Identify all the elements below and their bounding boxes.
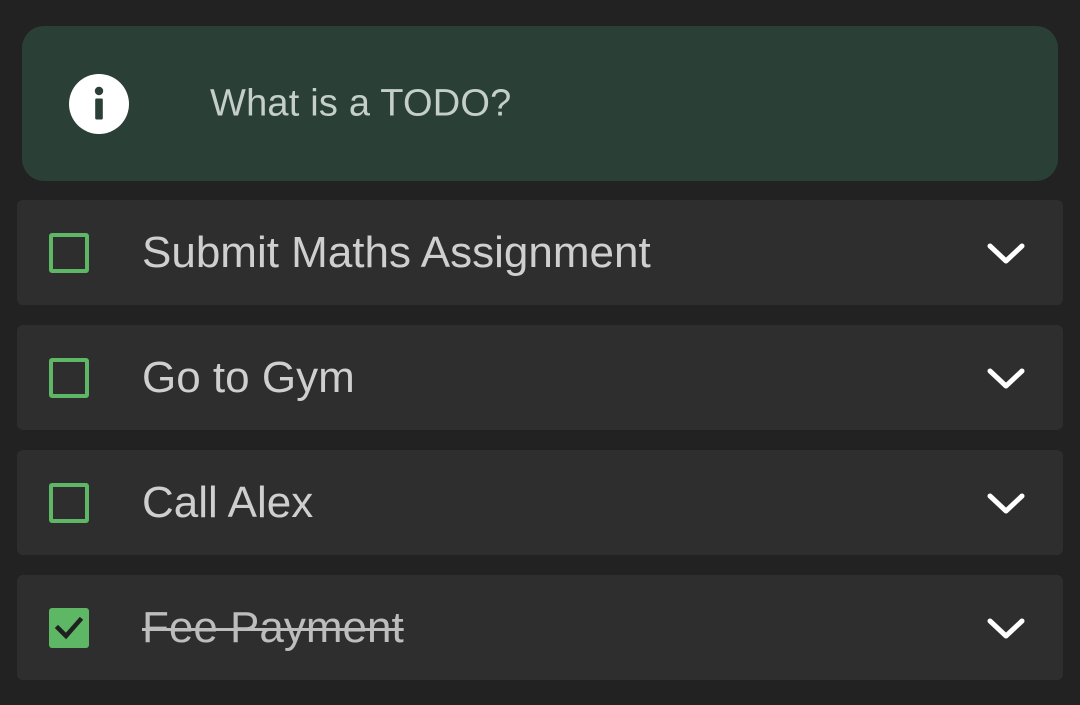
todo-list: Submit Maths Assignment Go to Gym Call A… xyxy=(17,200,1063,700)
todo-item[interactable]: Go to Gym xyxy=(17,325,1063,430)
chevron-down-icon[interactable] xyxy=(985,363,1027,393)
todo-title: Fee Payment xyxy=(142,602,404,652)
chevron-down-icon[interactable] xyxy=(985,488,1027,518)
todo-checkbox[interactable] xyxy=(49,232,89,273)
todo-checkbox-checked[interactable] xyxy=(49,607,89,648)
info-icon xyxy=(69,74,129,134)
what-is-todo-banner[interactable]: What is a TODO? xyxy=(22,26,1058,181)
todo-screen: What is a TODO? Submit Maths Assignment … xyxy=(0,0,1080,705)
todo-checkbox[interactable] xyxy=(49,482,89,523)
todo-checkbox[interactable] xyxy=(49,357,89,398)
chevron-down-icon[interactable] xyxy=(985,238,1027,268)
todo-title: Go to Gym xyxy=(142,352,355,402)
chevron-down-icon[interactable] xyxy=(985,613,1027,643)
todo-item[interactable]: Call Alex xyxy=(17,450,1063,555)
info-banner-text: What is a TODO? xyxy=(210,82,512,124)
todo-title: Call Alex xyxy=(142,477,314,527)
check-icon xyxy=(54,616,84,639)
todo-item[interactable]: Fee Payment xyxy=(17,575,1063,680)
todo-item[interactable]: Submit Maths Assignment xyxy=(17,200,1063,305)
todo-title: Submit Maths Assignment xyxy=(142,227,651,277)
